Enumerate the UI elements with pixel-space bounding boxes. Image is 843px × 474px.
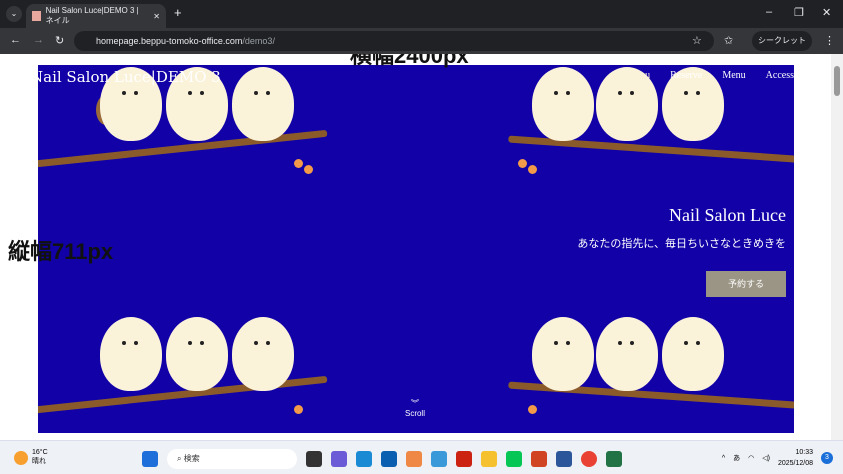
forward-icon[interactable]: →: [33, 34, 44, 46]
url-host: homepage.beppu-tomoko-office.com: [96, 36, 243, 46]
nav-item-menu[interactable]: Menu: [722, 70, 745, 81]
ime-icon[interactable]: あ: [733, 453, 740, 463]
bird-illustration: [596, 317, 658, 391]
extensions-icon[interactable]: ✩: [724, 34, 733, 47]
weather-sun-icon: [14, 450, 28, 465]
favicon-icon: [32, 11, 41, 21]
scrollbar-thumb[interactable]: [834, 66, 840, 96]
scroll-indicator[interactable]: ︾ Scroll: [400, 398, 430, 418]
app-icon[interactable]: [431, 451, 447, 467]
browser-tab[interactable]: Nail Salon Luce|DEMO 3 | ネイル ✕: [26, 4, 166, 28]
berry: [528, 405, 537, 414]
berry: [518, 159, 527, 168]
hero-tagline: あなたの指先に、毎日ちいさなときめきを: [577, 238, 786, 250]
bird-illustration: [532, 67, 594, 141]
close-tab-icon[interactable]: ✕: [153, 12, 160, 21]
taskbar-search[interactable]: ⌕ 検索: [167, 449, 297, 469]
store-icon[interactable]: [381, 451, 397, 467]
excel-icon[interactable]: [606, 451, 622, 467]
reload-icon[interactable]: ↻: [55, 34, 64, 47]
system-tray: ^ あ ◠ ◁) 10:33 2025/12/08 3: [722, 447, 833, 469]
site-nav: Menu Reserve Menu Access: [627, 70, 794, 81]
task-view-icon[interactable]: [306, 451, 322, 467]
url-path: /demo3/: [242, 36, 275, 46]
time: 10:33: [795, 449, 813, 456]
tab-search-button[interactable]: ⌄: [6, 6, 22, 22]
wifi-icon[interactable]: ◠: [748, 454, 754, 462]
berry: [294, 405, 303, 414]
scroll-label: Scroll: [404, 409, 425, 418]
site-logo[interactable]: Nail Salon Luce|DEMO 3: [38, 68, 221, 86]
volume-icon[interactable]: ◁): [762, 454, 770, 462]
chevron-up-icon[interactable]: ^: [722, 455, 725, 462]
bird-illustration: [166, 317, 228, 391]
bird-illustration: [232, 67, 294, 141]
berry: [304, 165, 313, 174]
chevron-down-icon: ︾: [411, 399, 419, 408]
branch: [508, 135, 794, 166]
nav-item[interactable]: Menu: [627, 70, 650, 81]
edge-icon[interactable]: [356, 451, 372, 467]
back-icon[interactable]: ←: [10, 34, 21, 46]
nav-item-access[interactable]: Access: [766, 70, 794, 81]
start-icon[interactable]: [142, 451, 158, 467]
height-annotation: 縦幅711px: [8, 239, 114, 264]
reserve-button[interactable]: 予約する: [706, 271, 786, 297]
taskbar: 16°C 晴れ ⌕ 検索 ^ あ ◠ ◁) 10:33 2025/12/08 3: [0, 440, 843, 474]
address-bar[interactable]: homepage.beppu-tomoko-office.com/demo3/: [74, 31, 714, 51]
hero-section: Nail Salon Luce|DEMO 3 Menu Reserve Menu…: [38, 65, 794, 433]
hero-title: Nail Salon Luce: [669, 205, 786, 225]
bird-illustration: [532, 317, 594, 391]
berry: [294, 159, 303, 168]
line-icon[interactable]: [506, 451, 522, 467]
bookmark-star-icon[interactable]: ☆: [692, 34, 702, 47]
notification-badge[interactable]: 3: [821, 452, 833, 464]
chrome-icon[interactable]: [581, 451, 597, 467]
bird-illustration: [100, 317, 162, 391]
date: 2025/12/08: [777, 460, 813, 467]
incognito-badge[interactable]: シークレット: [752, 31, 812, 51]
bird-illustration: [662, 317, 724, 391]
snipping-tool-icon[interactable]: [406, 451, 422, 467]
explorer-icon[interactable]: [481, 451, 497, 467]
weather-text: 晴れ: [32, 458, 46, 465]
browser-toolbar: ← → ↻ homepage.beppu-tomoko-office.com/d…: [0, 28, 843, 54]
search-label: 検索: [183, 454, 200, 463]
weather-widget[interactable]: 16°C 晴れ: [14, 449, 48, 466]
width-annotation: 横幅2400px: [350, 54, 469, 68]
acrobat-icon[interactable]: [456, 451, 472, 467]
tab-title: Nail Salon Luce|DEMO 3 | ネイル: [45, 6, 139, 25]
menu-icon[interactable]: ⋮: [824, 34, 835, 47]
page-scrollbar[interactable]: [831, 54, 843, 440]
restore-icon[interactable]: ❐: [794, 6, 804, 19]
word-icon[interactable]: [556, 451, 572, 467]
close-window-icon[interactable]: ✕: [822, 6, 831, 19]
teams-icon[interactable]: [331, 451, 347, 467]
powerpoint-icon[interactable]: [531, 451, 547, 467]
tab-bar: ⌄ Nail Salon Luce|DEMO 3 | ネイル ✕ + – ❐ ✕: [0, 0, 843, 28]
web-page: Nail Salon Luce|DEMO 3 Menu Reserve Menu…: [0, 54, 843, 440]
bird-illustration: [232, 317, 294, 391]
taskbar-apps: ⌕ 検索: [142, 449, 622, 469]
minimize-icon[interactable]: –: [766, 6, 772, 18]
new-tab-button[interactable]: +: [174, 5, 182, 20]
berry: [528, 165, 537, 174]
temperature: 16°C: [32, 449, 48, 456]
nav-item-reserve[interactable]: Reserve: [670, 70, 702, 81]
clock[interactable]: 10:33 2025/12/08: [778, 447, 813, 469]
